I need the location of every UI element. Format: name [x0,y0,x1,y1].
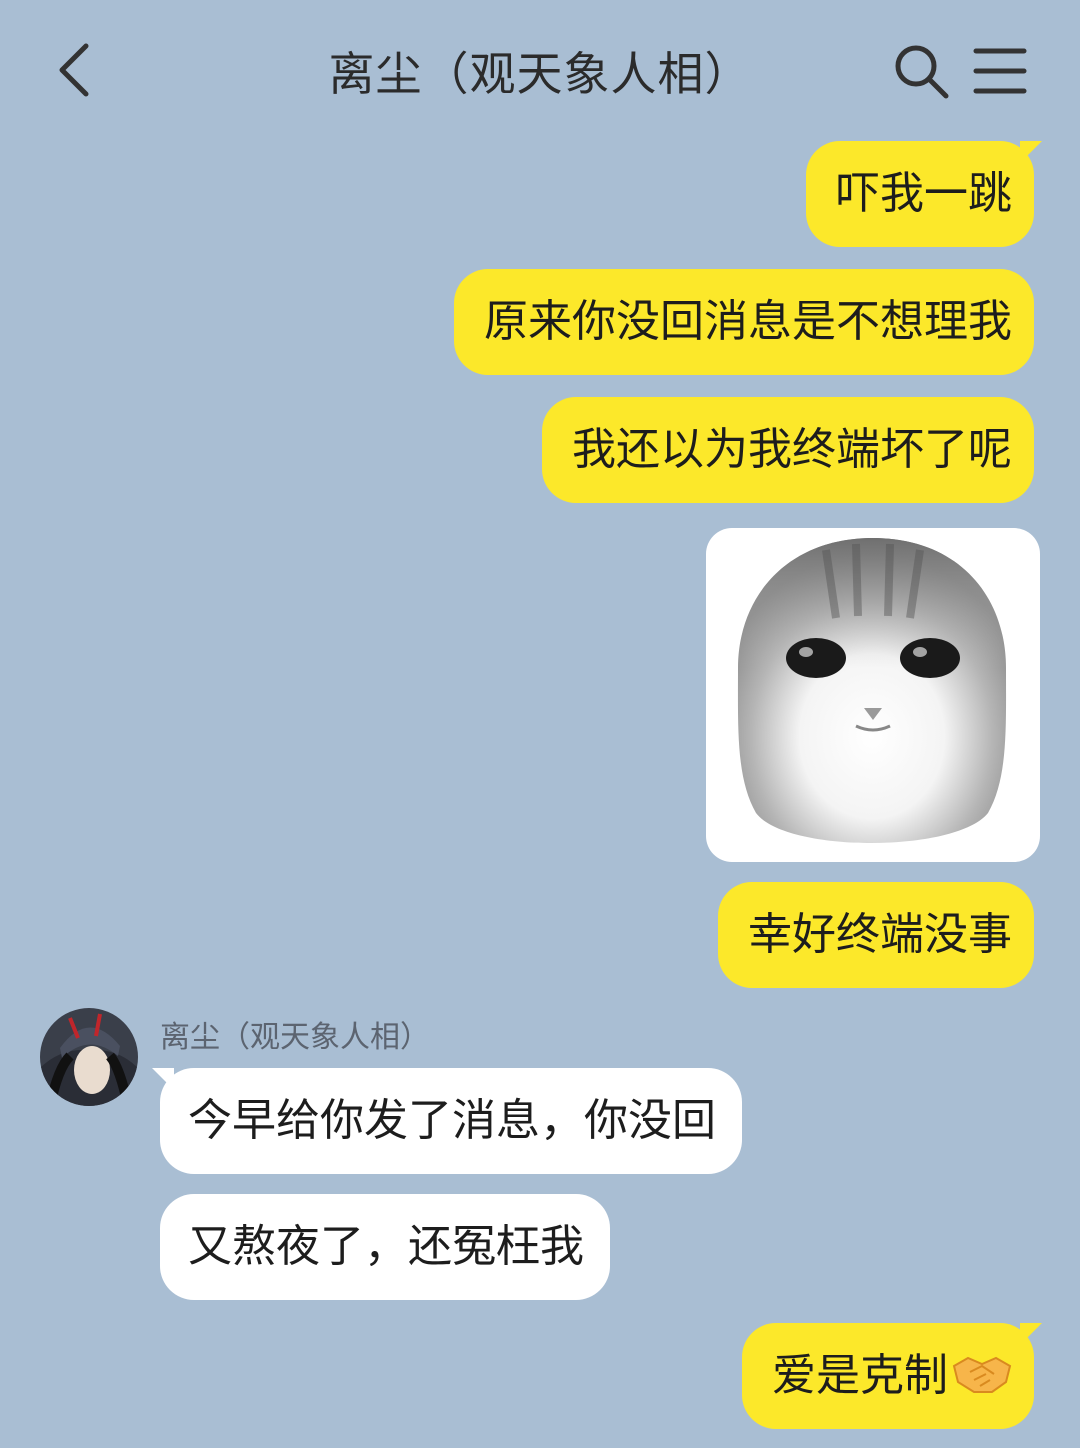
outgoing-message-bubble[interactable]: 幸好终端没事 [718,882,1034,988]
handshake-emoji-icon [952,1352,1012,1396]
message-row: 原来你没回消息是不想理我 [454,269,1034,375]
message-row: 我还以为我终端坏了呢 [542,397,1034,503]
message-row: 幸好终端没事 [718,882,1034,988]
search-button[interactable] [892,42,950,100]
outgoing-message-bubble[interactable]: 原来你没回消息是不想理我 [454,269,1034,375]
outgoing-message-bubble[interactable]: 爱是克制 [742,1323,1034,1429]
message-row: 爱是克制 [742,1323,1034,1429]
message-row: 今早给你发了消息，你没回 [160,1068,742,1174]
sender-name: 离尘（观天象人相） [160,1020,430,1055]
outgoing-message-bubble[interactable]: 我还以为我终端坏了呢 [542,397,1034,503]
incoming-message-bubble[interactable]: 又熬夜了，还冤枉我 [160,1194,610,1300]
crying-cat-sticker[interactable] [706,528,1040,862]
outgoing-message-bubble[interactable]: 吓我一跳 [806,141,1034,247]
message-text: 爱是克制 [772,1350,948,1401]
incoming-message-bubble[interactable]: 今早给你发了消息，你没回 [160,1068,742,1174]
chat-header: 离尘（观天象人相） [0,0,1080,140]
message-row: 又熬夜了，还冤枉我 [160,1194,610,1300]
menu-button[interactable] [972,42,1030,100]
search-icon [895,45,949,99]
avatar[interactable] [40,1008,138,1106]
menu-icon [973,48,1027,94]
message-row: 吓我一跳 [806,141,1034,247]
